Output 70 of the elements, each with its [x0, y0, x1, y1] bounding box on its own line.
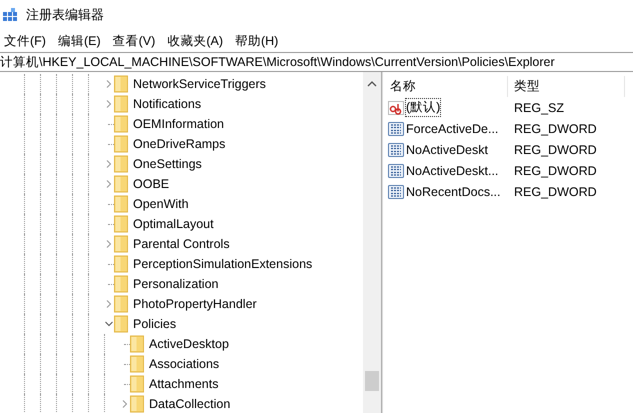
- address-field[interactable]: 计算机\HKEY_LOCAL_MACHINE\SOFTWARE\Microsoft\Windows\CurrentVersion\Policies\Explorer: [0, 53, 555, 71]
- tree-item[interactable]: DataCollection: [149, 397, 230, 411]
- tree-item[interactable]: PerceptionSimulationExtensions: [133, 257, 312, 271]
- app-icon: [3, 8, 18, 22]
- menu-item[interactable]: 查看(V): [110, 32, 158, 50]
- scrollbar[interactable]: [363, 72, 381, 413]
- tree-item[interactable]: NetworkServiceTriggers: [133, 77, 266, 91]
- scroll-up-icon[interactable]: [367, 80, 377, 88]
- value-name[interactable]: ForceActiveDe...: [406, 122, 498, 136]
- string-value-icon: [388, 100, 404, 114]
- folder-icon: [114, 75, 128, 93]
- column-header[interactable]: 类型: [508, 76, 625, 97]
- binary-value-icon: [388, 122, 404, 136]
- folder-icon: [114, 95, 128, 113]
- tree-item[interactable]: Parental Controls: [133, 237, 230, 251]
- tree-item[interactable]: Notifications: [133, 97, 202, 111]
- tree-item[interactable]: Associations: [149, 357, 220, 371]
- folder-icon: [114, 115, 128, 133]
- menu-item[interactable]: 文件(F): [1, 32, 49, 50]
- tree-item[interactable]: Personalization: [133, 277, 218, 291]
- folder-icon: [114, 235, 128, 253]
- folder-icon: [114, 255, 128, 273]
- tree-item[interactable]: OpenWith: [133, 197, 189, 211]
- menu-item[interactable]: 编辑(E): [54, 32, 104, 50]
- window-title: 注册表编辑器: [26, 6, 104, 24]
- folder-icon: [114, 295, 128, 313]
- menu-item[interactable]: 收藏夹(A): [164, 32, 226, 50]
- folder-icon: [130, 395, 144, 413]
- expand-chevron-icon[interactable]: [105, 100, 113, 108]
- folder-icon: [114, 135, 128, 153]
- folder-icon: [114, 175, 128, 193]
- binary-value-icon: [388, 184, 404, 198]
- value-type: REG_DWORD: [513, 164, 598, 178]
- menu-item[interactable]: 帮助(H): [232, 32, 282, 50]
- tree-item[interactable]: OneDriveRamps: [133, 137, 226, 151]
- tree-item[interactable]: OneSettings: [133, 157, 202, 171]
- binary-value-icon: [388, 142, 404, 156]
- expand-chevron-icon[interactable]: [105, 180, 113, 188]
- folder-icon: [114, 195, 128, 213]
- tree-item[interactable]: PhotoPropertyHandler: [133, 297, 257, 311]
- folder-icon: [130, 355, 144, 373]
- value-name[interactable]: NoRecentDocs...: [406, 184, 500, 198]
- folder-icon: [114, 215, 128, 233]
- tree-item[interactable]: OEMInformation: [133, 117, 224, 131]
- binary-value-icon: [388, 164, 404, 178]
- tree-item[interactable]: Policies: [133, 317, 176, 331]
- tree-item[interactable]: OOBE: [133, 177, 170, 191]
- tree-item[interactable]: Attachments: [149, 377, 218, 391]
- expand-chevron-icon[interactable]: [105, 160, 113, 168]
- expand-chevron-icon[interactable]: [105, 300, 113, 308]
- tree-item[interactable]: ActiveDesktop: [149, 337, 229, 351]
- folder-icon: [114, 155, 128, 173]
- column-header[interactable]: 名称: [390, 78, 416, 95]
- folder-icon: [130, 335, 144, 353]
- scroll-thumb[interactable]: [365, 371, 379, 391]
- expand-chevron-icon[interactable]: [105, 80, 113, 88]
- value-name[interactable]: (默认): [406, 99, 440, 116]
- expand-chevron-icon[interactable]: [121, 400, 129, 408]
- value-name[interactable]: NoActiveDeskt: [406, 142, 488, 156]
- folder-icon: [114, 275, 128, 293]
- value-type: REG_SZ: [513, 100, 566, 114]
- value-type: REG_DWORD: [513, 142, 598, 156]
- folder-icon: [130, 375, 144, 393]
- tree-item[interactable]: OptimalLayout: [133, 217, 214, 231]
- collapse-chevron-icon[interactable]: [105, 320, 113, 328]
- expand-chevron-icon[interactable]: [105, 240, 113, 248]
- folder-icon: [114, 315, 128, 333]
- value-type: REG_DWORD: [513, 184, 598, 198]
- value-type: REG_DWORD: [513, 122, 598, 136]
- value-name[interactable]: NoActiveDeskt...: [406, 164, 498, 178]
